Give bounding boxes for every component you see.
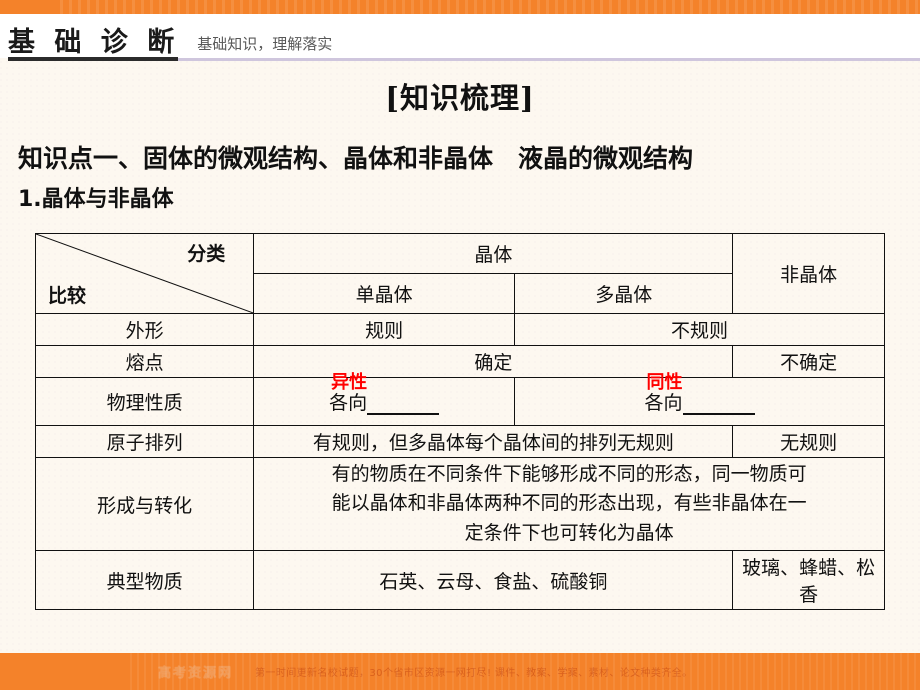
table-header-row-1: 分类 比较 晶体 非晶体 xyxy=(34,233,885,314)
slide-content: [知识梳理] 知识点一、固体的微观结构、晶体和非晶体 液晶的微观结构 1.晶体与… xyxy=(0,61,920,653)
corner-comparison-label: 比较 xyxy=(48,285,87,307)
formation-line-2: 能以晶体和非晶体两种不同的形态出现，有些非晶体在一 xyxy=(331,492,807,515)
table-row: 典型物质 石英、云母、食盐、硫酸铜 玻璃、蜂蜡、松香 xyxy=(34,550,885,611)
footer-content: 高考资源网 第一时间更新名校试题，30个省市区资源一网打尽! 课件、教案、学案、… xyxy=(130,653,920,690)
table-row: 物理性质 各向 异性 各向 同性 xyxy=(34,372,885,426)
cell-typical-amorphous: 玻璃、蜂蜡、松香 xyxy=(732,550,885,611)
cell-atomic-amorphous: 无规则 xyxy=(732,425,885,458)
section-title: 知识点一、固体的微观结构、晶体和非晶体 液晶的微观结构 xyxy=(18,144,694,173)
row-label-physical-property: 物理性质 xyxy=(34,377,255,426)
column-header-amorphous: 非晶体 xyxy=(732,233,885,314)
cell-formation-description: 有的物质在不同条件下能够形成不同的形态，同一物质可 能以晶体和非晶体两种不同的形… xyxy=(253,456,885,552)
top-accent-strip xyxy=(0,0,920,14)
fill-prefix-b: 各向 xyxy=(644,392,683,414)
row-label-atomic-arrangement: 原子排列 xyxy=(34,425,255,458)
cell-physical-crystal: 各向 异性 xyxy=(253,372,516,426)
cell-shape-irregular: 不规则 xyxy=(514,313,885,346)
page-footer: 高考资源网 第一时间更新名校试题，30个省市区资源一网打尽! 课件、教案、学案、… xyxy=(0,653,920,690)
answer-isotropic: 同性 xyxy=(646,372,683,393)
blank-line-a xyxy=(367,398,440,415)
row-label-melting-point: 熔点 xyxy=(34,345,255,378)
cell-melting-amorphous: 不确定 xyxy=(732,345,885,378)
row-label-shape: 外形 xyxy=(34,313,255,346)
cell-typical-crystal: 石英、云母、食盐、硫酸铜 xyxy=(253,550,734,611)
formation-line-1: 有的物质在不同条件下能够形成不同的形态，同一物质可 xyxy=(331,463,807,485)
row-label-formation-transformation: 形成与转化 xyxy=(34,456,255,552)
knowledge-review-heading: [知识梳理] xyxy=(385,81,535,115)
cell-shape-single: 规则 xyxy=(253,313,516,346)
column-group-header-crystal: 晶体 xyxy=(253,233,734,274)
crystal-comparison-table: 分类 比较 晶体 非晶体 单晶体 多晶体 外形 规则 不规则 熔点 确定 不确定… xyxy=(34,233,885,611)
formation-line-3: 定条件下也可转化为晶体 xyxy=(464,521,674,544)
fill-prefix-a: 各向 xyxy=(329,392,368,414)
top-strip-texture xyxy=(60,0,920,14)
column-header-single-crystal: 单晶体 xyxy=(253,273,516,314)
header-title: 基 础 诊 断 xyxy=(8,27,180,58)
cell-atomic-crystal: 有规则，但多晶体每个晶体间的排列无规则 xyxy=(253,425,734,458)
table-row: 熔点 确定 不确定 xyxy=(34,345,885,378)
table-row: 原子排列 有规则，但多晶体每个晶体间的排列无规则 无规则 xyxy=(34,425,885,458)
footer-watermark-logo: 高考资源网 xyxy=(158,666,234,681)
table-row: 形成与转化 有的物质在不同条件下能够形成不同的形态，同一物质可 能以晶体和非晶体… xyxy=(34,456,885,552)
table-corner-cell: 分类 比较 xyxy=(34,233,255,314)
corner-category-label: 分类 xyxy=(187,243,226,265)
cell-physical-amorphous: 各向 同性 xyxy=(514,372,885,426)
fill-in-blank-anisotropic: 各向 异性 xyxy=(329,372,440,415)
answer-anisotropic: 异性 xyxy=(331,372,368,393)
footer-slogan: 第一时间更新名校试题，30个省市区资源一网打尽! 课件、教案、学案、素材、论文种… xyxy=(255,668,693,679)
header-subtitle: 基础知识，理解落实 xyxy=(197,35,333,53)
table-row: 外形 规则 不规则 xyxy=(34,313,885,346)
page-header: 基 础 诊 断 基础知识，理解落实 xyxy=(0,14,920,58)
column-header-polycrystal: 多晶体 xyxy=(514,273,734,314)
subsection-title: 1.晶体与非晶体 xyxy=(18,187,174,212)
row-label-typical-substances: 典型物质 xyxy=(34,550,255,611)
blank-line-b xyxy=(682,398,755,415)
fill-in-blank-isotropic: 各向 同性 xyxy=(644,372,755,415)
